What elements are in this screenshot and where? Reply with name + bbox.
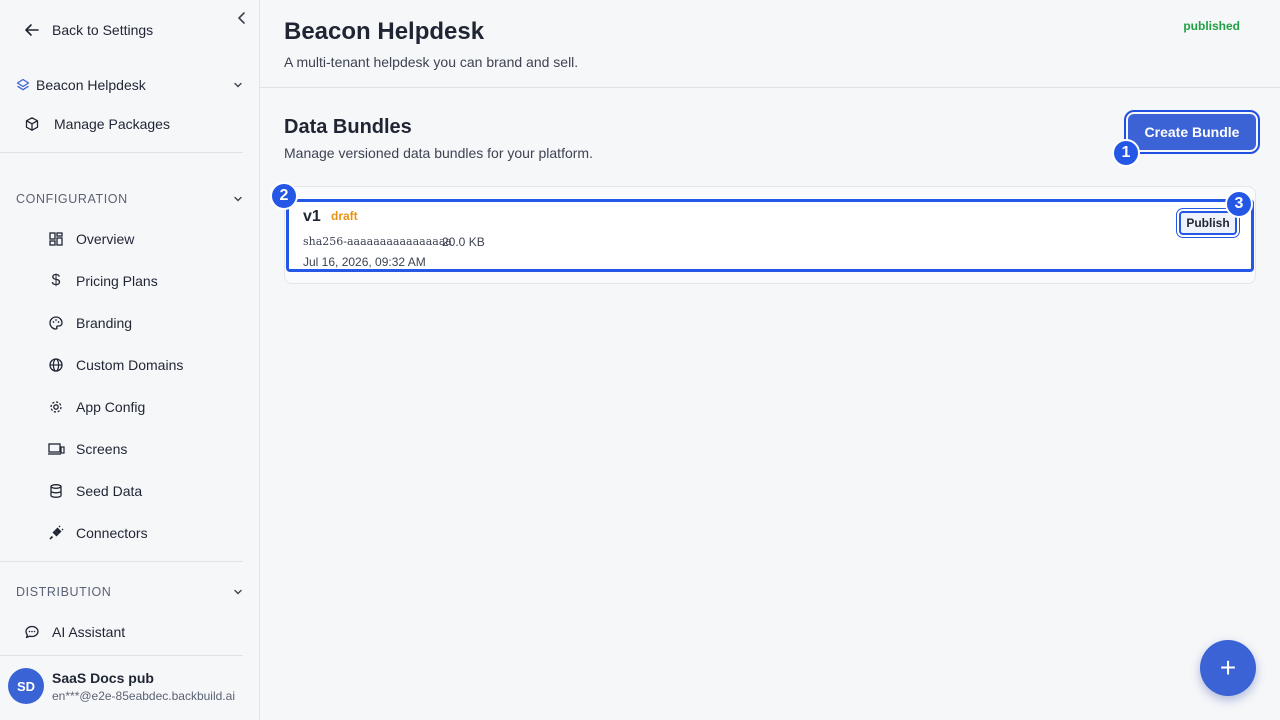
sidebar-item-label: Seed Data (76, 483, 143, 499)
sidebar-divider (0, 561, 243, 562)
bundle-hash: sha256-aaaaaaaaaaaaaaaa (303, 235, 452, 248)
add-fab-button[interactable]: + (1200, 640, 1256, 696)
manage-packages-link[interactable]: Manage Packages (24, 114, 170, 134)
avatar: SD (8, 668, 44, 704)
palette-icon (47, 314, 65, 332)
sidebar-item-custom-domains[interactable]: Custom Domains (47, 353, 183, 377)
annotation-marker: 2 (270, 182, 298, 210)
bundle-date: Jul 16, 2026, 09:32 AM (303, 255, 426, 269)
sidebar-item-label: Branding (76, 315, 133, 331)
user-profile[interactable]: SD SaaS Docs pub en***@e2e-85eabdec.back… (8, 668, 235, 704)
section-title: Data Bundles (284, 116, 412, 138)
page-subtitle: A multi-tenant helpdesk you can brand an… (284, 54, 579, 70)
create-bundle-button[interactable]: Create Bundle (1124, 110, 1260, 154)
plug-icon (47, 524, 65, 542)
back-label: Back to Settings (52, 22, 154, 38)
user-name: SaaS Docs pub (52, 669, 154, 686)
back-to-settings-link[interactable]: Back to Settings (24, 20, 153, 40)
sidebar-item-label: Screens (76, 441, 128, 457)
project-selector[interactable]: Beacon Helpdesk (16, 75, 244, 95)
layers-icon (16, 78, 30, 91)
database-icon (47, 482, 65, 500)
section-description: Manage versioned data bundles for your p… (284, 145, 593, 161)
chat-icon (25, 625, 39, 639)
page-title: Beacon Helpdesk (284, 18, 485, 45)
packages-label: Manage Packages (54, 116, 170, 132)
sidebar-item-label: Overview (76, 231, 135, 247)
configuration-heading: CONFIGURATION (16, 192, 128, 206)
sidebar-divider (0, 152, 243, 153)
distribution-section-toggle[interactable]: DISTRIBUTION (16, 585, 244, 599)
package-icon (25, 117, 39, 131)
sidebar-item-app-config[interactable]: App Config (47, 395, 145, 419)
status-badge: published (1183, 19, 1240, 33)
arrow-left-icon (25, 24, 39, 36)
sidebar-item-label: App Config (76, 399, 146, 415)
dashboard-icon (47, 230, 65, 248)
gear-icon (47, 398, 65, 416)
configuration-section-toggle[interactable]: CONFIGURATION (16, 192, 244, 206)
bundle-card[interactable]: v1 draft sha256-aaaaaaaaaaaaaaaa 20.0 KB… (286, 199, 1254, 272)
chevron-down-icon (234, 589, 242, 595)
sidebar-item-connectors[interactable]: Connectors (47, 521, 148, 545)
bundle-version: v1 (303, 208, 321, 225)
publish-button[interactable]: Publish (1179, 211, 1237, 235)
sidebar-item-label: Connectors (76, 525, 148, 541)
sidebar-item-label: Pricing Plans (76, 273, 158, 289)
main-content: Beacon Helpdesk A multi-tenant helpdesk … (260, 0, 1280, 720)
collapse-sidebar-button[interactable] (234, 10, 250, 26)
header-divider (260, 87, 1280, 88)
annotation-marker: 3 (1225, 190, 1253, 218)
sidebar-item-screens[interactable]: Screens (47, 437, 127, 461)
sidebar-item-ai-assistant[interactable]: AI Assistant (24, 622, 125, 642)
chevron-left-icon (238, 12, 245, 24)
globe-icon (47, 356, 65, 374)
bundle-size: 20.0 KB (442, 235, 485, 249)
sidebar-item-overview[interactable]: Overview (47, 227, 134, 251)
status-badge: draft (331, 209, 358, 223)
distribution-heading: DISTRIBUTION (16, 585, 112, 599)
sidebar-item-pricing-plans[interactable]: $ Pricing Plans (47, 269, 158, 293)
sidebar-item-label: Custom Domains (76, 357, 184, 373)
chevron-down-icon (234, 196, 242, 202)
user-email: en***@e2e-85eabdec.backbuild.ai (52, 688, 235, 703)
assistant-label: AI Assistant (52, 624, 126, 640)
annotation-marker: 1 (1112, 139, 1140, 167)
dollar-icon: $ (51, 272, 61, 289)
monitor-icon (47, 440, 65, 458)
sidebar-item-branding[interactable]: Branding (47, 311, 132, 335)
sidebar-item-seed-data[interactable]: Seed Data (47, 479, 142, 503)
project-label: Beacon Helpdesk (36, 77, 146, 93)
sidebar-divider (0, 655, 243, 656)
sidebar: Back to Settings Beacon Helpdesk Manage … (0, 0, 260, 720)
chevron-down-icon (234, 82, 242, 88)
